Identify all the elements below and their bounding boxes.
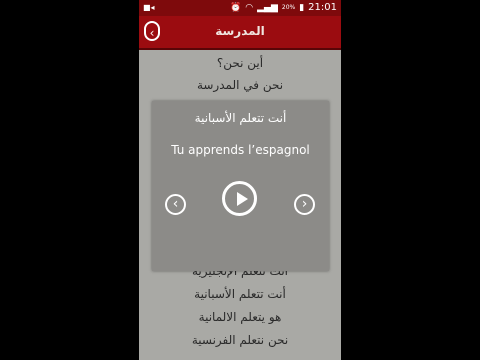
- list-item[interactable]: أين نحن؟: [139, 56, 341, 70]
- list-item[interactable]: نحن نتعلم الفرنسية: [139, 333, 341, 347]
- dialog-french-text: Tu apprends l’espagnol: [171, 143, 310, 157]
- status-bar: ■◂ ⏰ ◠ ▂▄▆ 20% ▮ 21:01: [139, 0, 341, 16]
- video-icon: ■◂: [143, 3, 155, 12]
- play-icon: [237, 192, 248, 206]
- play-button[interactable]: [222, 181, 257, 216]
- clock: 21:01: [308, 2, 337, 13]
- chevron-right-icon: ›: [301, 196, 308, 212]
- page-title: المدرسة: [215, 24, 265, 38]
- previous-button[interactable]: ‹: [165, 194, 186, 215]
- signal-icon: ▂▄▆: [257, 2, 278, 13]
- wifi-icon: ◠: [245, 2, 254, 13]
- app-bar: ‹ المدرسة: [139, 16, 341, 50]
- battery-icon: ▮: [299, 2, 305, 13]
- next-button[interactable]: ›: [294, 194, 315, 215]
- dialog-arabic-text: أنت تتعلم الأسبانية: [194, 111, 287, 125]
- list-item[interactable]: نحن في المدرسة: [139, 78, 341, 92]
- battery-percent: 20%: [281, 4, 296, 11]
- chevron-left-icon: ‹: [172, 196, 179, 212]
- alarm-icon: ⏰: [230, 2, 242, 13]
- list-item[interactable]: هو يتعلم الالمانية: [139, 310, 341, 324]
- phrase-dialog: أنت تتعلم الأسبانية Tu apprends l’espagn…: [152, 101, 329, 271]
- list-item[interactable]: أنت تتعلم الأسبانية: [139, 287, 341, 301]
